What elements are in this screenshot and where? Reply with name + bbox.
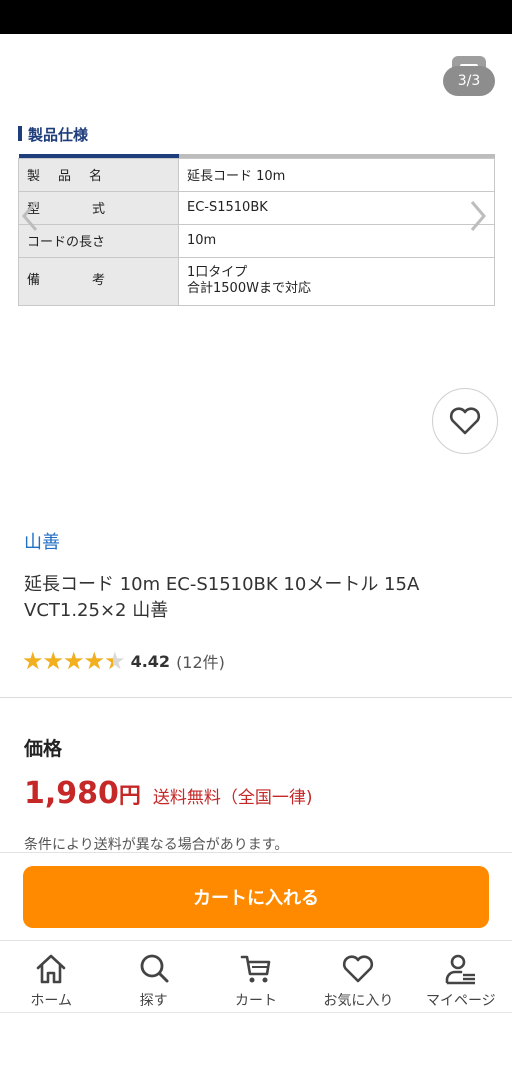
- nav-label: カート: [235, 993, 278, 1009]
- divider: [0, 1012, 512, 1013]
- nav-item-favorites[interactable]: お気に入り: [307, 941, 409, 1012]
- cart-icon: [240, 955, 271, 983]
- add-to-cart-button[interactable]: カートに入れる: [23, 866, 489, 928]
- nav-item-home[interactable]: ホーム: [0, 941, 102, 1012]
- spec-value: 延長コード 10m: [178, 157, 495, 192]
- heart-icon: [449, 407, 481, 435]
- nav-label: 探す: [139, 993, 168, 1009]
- spec-row-length: コードの長さ 10m: [18, 223, 495, 258]
- spec-label: 型式: [18, 190, 179, 225]
- heart-icon: [343, 955, 374, 983]
- chevron-right-icon[interactable]: [466, 198, 490, 234]
- rating-value: 4.42: [130, 651, 171, 671]
- price-amount: 1,980: [24, 776, 119, 811]
- status-bar: [0, 0, 512, 34]
- spec-value-line: 1口タイプ: [187, 265, 248, 280]
- bottom-nav: ホーム 探す カート お気に入り マイページ: [0, 940, 512, 1012]
- shipping-info: 送料無料（全国一律): [152, 788, 313, 808]
- cart-bar: カートに入れる: [0, 852, 512, 940]
- nav-item-mypage[interactable]: マイページ: [410, 941, 512, 1012]
- spec-row-notes: 備考 1口タイプ 合計1500Wまで対応: [18, 256, 495, 306]
- spec-row-name: 製品名 延長コード 10m: [18, 157, 495, 192]
- user-icon: [445, 954, 475, 985]
- nav-label: お気に入り: [323, 993, 394, 1009]
- price-row: 1,980 円 送料無料（全国一律): [24, 776, 313, 811]
- home-icon: [36, 954, 66, 984]
- spec-table: 製品名 延長コード 10m 型式 EC-S1510BK コードの長さ 10m 備…: [18, 154, 495, 306]
- spec-value: 10m: [178, 223, 495, 258]
- divider: [0, 697, 512, 698]
- spec-value-line: 合計1500Wまで対応: [187, 281, 311, 296]
- favorite-button[interactable]: [432, 388, 498, 454]
- brand-link[interactable]: 山善: [24, 528, 60, 554]
- shipping-note: 条件により送料が異なる場合があります。: [24, 837, 289, 853]
- review-count[interactable]: (12件): [176, 649, 225, 673]
- price-label: 価格: [24, 738, 63, 760]
- rating[interactable]: ★★★★★ ★★★★★ 4.42 (12件): [22, 648, 225, 674]
- nav-item-search[interactable]: 探す: [102, 941, 204, 1012]
- chevron-left-icon[interactable]: [18, 198, 42, 234]
- nav-item-cart[interactable]: カート: [205, 941, 307, 1012]
- spec-value: 1口タイプ 合計1500Wまで対応: [178, 256, 495, 306]
- spec-value: EC-S1510BK: [178, 190, 495, 225]
- nav-label: マイページ: [425, 993, 496, 1009]
- spec-label: 製品名: [18, 157, 179, 192]
- price-currency: 円: [118, 784, 141, 809]
- search-icon: [140, 954, 169, 983]
- star-rating: ★★★★★ ★★★★★: [22, 647, 126, 675]
- star-rating-fill: ★★★★★: [22, 648, 113, 674]
- nav-label: ホーム: [30, 993, 72, 1009]
- spec-label: 備考: [18, 256, 179, 306]
- spec-label: コードの長さ: [18, 223, 179, 258]
- spec-heading: 製品仕様: [18, 124, 88, 145]
- spec-row-model: 型式 EC-S1510BK: [18, 190, 495, 225]
- product-title: 延長コード 10m EC-S1510BK 10メートル 15A VCT1.25×…: [24, 574, 420, 621]
- image-counter: 3/3: [443, 66, 495, 96]
